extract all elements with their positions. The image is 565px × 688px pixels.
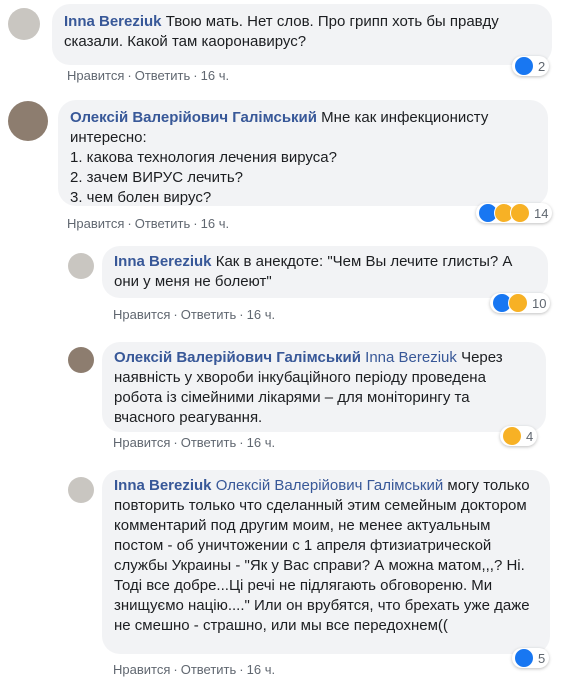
timestamp[interactable]: 16 ч. (201, 68, 229, 83)
comment-actions: Нравится · Ответить · 16 ч. (113, 662, 276, 677)
reply-link[interactable]: Ответить (181, 662, 237, 677)
reply-link[interactable]: Ответить (135, 68, 191, 83)
avatar[interactable] (68, 253, 94, 279)
reaction-summary[interactable]: 10 (490, 293, 551, 313)
like-icon (514, 648, 534, 668)
reaction-summary[interactable]: 14 (476, 203, 553, 223)
comment-text: могу только повторить только что сделанн… (114, 477, 530, 634)
comment-text-line-2: интересно: (70, 129, 147, 146)
like-link[interactable]: Нравится (113, 307, 170, 322)
reaction-summary[interactable]: 2 (512, 56, 550, 76)
reply-link[interactable]: Ответить (135, 216, 191, 231)
comment-author[interactable]: Inna Bereziuk (114, 477, 212, 494)
comment-bubble: Inna Bereziuk Как в анекдоте: "Чем Вы ле… (102, 246, 548, 298)
comment-actions: Нравится · Ответить · 16 ч. (67, 216, 230, 231)
like-icon (514, 56, 534, 76)
comment-mention[interactable]: Inna Bereziuk (365, 349, 457, 366)
like-link[interactable]: Нравится (113, 435, 170, 450)
haha-icon (502, 426, 522, 446)
timestamp[interactable]: 16 ч. (201, 216, 229, 231)
timestamp[interactable]: 16 ч. (247, 307, 275, 322)
avatar[interactable] (68, 347, 94, 373)
reaction-summary[interactable]: 4 (500, 426, 538, 446)
comment-bubble: Олексій Валерійович Галімський Мне как и… (58, 100, 548, 206)
comment-author[interactable]: Inna Bereziuk (114, 253, 212, 270)
reaction-count: 10 (532, 295, 547, 311)
comment-author[interactable]: Олексій Валерійович Галімський (114, 349, 361, 366)
reaction-count: 14 (534, 205, 549, 221)
like-link[interactable]: Нравится (113, 662, 170, 677)
comment-text-line-3: 1. какова технология лечения вируса? (70, 149, 337, 166)
avatar[interactable] (8, 8, 40, 40)
like-link[interactable]: Нравится (67, 68, 124, 83)
reply-link[interactable]: Ответить (181, 435, 237, 450)
comment-author[interactable]: Олексій Валерійович Галімський (70, 109, 317, 126)
wow-icon (510, 203, 530, 223)
comment-actions: Нравится · Ответить · 16 ч. (113, 307, 276, 322)
comment-text-line-5: 3. чем болен вирус? (70, 189, 212, 206)
like-link[interactable]: Нравится (67, 216, 124, 231)
comment-bubble: Inna Bereziuk Твою мать. Нет слов. Про г… (52, 4, 552, 65)
comment-actions: Нравится · Ответить · 16 ч. (113, 435, 276, 450)
comment-bubble: Олексій Валерійович Галімський Inna Bere… (102, 342, 546, 432)
timestamp[interactable]: 16 ч. (247, 435, 275, 450)
comment-bubble: Inna Bereziuk Олексій Валерійович Галімс… (102, 470, 550, 654)
reply-link[interactable]: Ответить (181, 307, 237, 322)
comment-actions: Нравится · Ответить · 16 ч. (67, 68, 230, 83)
timestamp[interactable]: 16 ч. (247, 662, 275, 677)
reaction-count: 5 (538, 650, 546, 666)
comment-mention[interactable]: Олексій Валерійович Галімський (216, 477, 444, 494)
comment-text-line-4: 2. зачем ВИРУС лечить? (70, 169, 244, 186)
reaction-count: 2 (538, 58, 546, 74)
avatar[interactable] (68, 477, 94, 503)
haha-icon (508, 293, 528, 313)
reaction-count: 4 (526, 428, 534, 444)
comment-text-line-1: Мне как инфекционисту (321, 109, 489, 126)
comment-author[interactable]: Inna Bereziuk (64, 13, 162, 30)
avatar[interactable] (8, 101, 48, 141)
reaction-summary[interactable]: 5 (512, 648, 550, 668)
